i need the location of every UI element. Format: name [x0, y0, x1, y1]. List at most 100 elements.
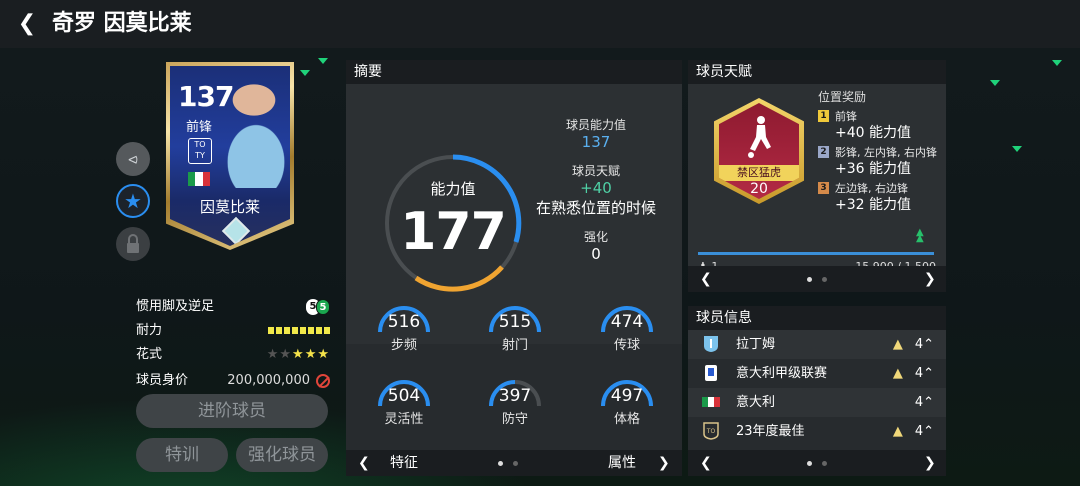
boost-label: 强化 — [583, 230, 608, 244]
position-bonus-title: 位置奖励 — [818, 90, 867, 104]
decor-triangle — [300, 70, 310, 76]
value-display: 200,000,000 — [227, 370, 330, 392]
talent-badge-level: 20 — [750, 181, 768, 197]
not-tradable-icon — [316, 373, 330, 388]
stat-label: 射门 — [501, 338, 528, 353]
stat-value: 515 — [498, 312, 532, 332]
card-player-name: 因莫比莱 — [199, 198, 260, 216]
player-card[interactable]: 137 前锋 TO TY 因莫比莱 — [166, 62, 294, 250]
stat-value: 504 — [387, 386, 421, 406]
back-button[interactable]: ❮ — [14, 10, 40, 38]
ovr-label: 能力值 — [430, 180, 476, 198]
info-name: 拉丁姆 — [736, 337, 776, 352]
page-dots — [807, 277, 827, 282]
weak-foot-badge: 55 — [306, 296, 330, 318]
weak-foot-row: 惯用脚及逆足 55 — [136, 296, 330, 318]
player-value: 200,000,000 — [227, 373, 310, 388]
talent-label: 球员天赋 — [571, 164, 620, 178]
stat-shooting: 515 射门 — [480, 298, 550, 368]
club-badge-icon: TO TY — [188, 138, 212, 164]
chemistry-icon: ▲ — [892, 424, 903, 439]
info-row-nation[interactable]: 意大利 4⌃ — [688, 388, 946, 417]
talent-desc: 在熟悉位置的时候 — [535, 199, 656, 217]
decor-triangle — [318, 58, 328, 64]
serie-a-icon — [705, 365, 717, 381]
talent-badge-name: 禁区猛虎 — [719, 165, 799, 181]
stamina-label: 耐力 — [136, 323, 163, 338]
summary-header: 摘要 — [346, 60, 682, 84]
top-bar: ❮ 奇罗 因莫比莱 — [0, 0, 1080, 48]
info-row-program[interactable]: TO 23年度最佳 ▲ 4⌃ — [688, 417, 946, 446]
italy-flag-icon — [188, 172, 210, 186]
stat-value: 397 — [498, 386, 532, 406]
player-info-header: 球员信息 — [688, 306, 946, 330]
stat-label: 传球 — [613, 338, 640, 353]
chemistry-icon: ▲ — [892, 366, 903, 381]
talent-block: 球员天赋 +40 在熟悉位置的时候 — [516, 162, 676, 218]
chevron-left-icon[interactable]: ❮ — [358, 450, 370, 476]
stat-label: 防守 — [501, 412, 528, 427]
talent-body: 禁区猛虎 20 位置奖励 1 前锋 +40 能力值 2 影锋, 左内锋, 右内锋… — [688, 84, 946, 273]
bonus-value: +32 能力值 — [835, 197, 911, 213]
talent-panel: 球员天赋 禁区猛虎 20 位置奖励 1 前锋 +40 能力值 2 影锋, 左内锋… — [688, 60, 946, 292]
stat-label: 灵活性 — [384, 412, 424, 427]
share-icon: ⪦ — [128, 149, 138, 169]
chemistry-icon: ▲ — [892, 337, 903, 352]
tab-attributes[interactable]: 属性 — [608, 450, 636, 476]
decor-triangle — [990, 80, 1000, 86]
skill-label: 花式 — [136, 347, 163, 362]
player-card-face: 137 前锋 TO TY 因莫比莱 — [170, 66, 290, 246]
upgrade-player-button[interactable]: 进阶球员 — [136, 394, 328, 428]
ovr-ring: 能力值 177 — [380, 150, 526, 296]
chevron-left-icon[interactable]: ❮ — [700, 450, 712, 476]
stat-label: 步频 — [390, 338, 417, 353]
star-icon: ★ — [279, 347, 293, 362]
info-row-nationality-region[interactable]: 拉丁姆 ▲ 4⌃ — [688, 330, 946, 359]
star-icon: ★ — [292, 347, 305, 362]
bonus-value: +36 能力值 — [835, 161, 911, 177]
favorite-button[interactable]: ★ — [116, 184, 150, 218]
star-icon: ★ — [304, 347, 318, 362]
info-count: ▲ 4⌃ — [892, 337, 934, 352]
tab-traits[interactable]: 特征 — [390, 450, 418, 476]
bonus-value: +40 能力值 — [835, 125, 911, 141]
stat-value: 516 — [387, 312, 421, 332]
talent-badge-inner: 禁区猛虎 20 — [719, 103, 799, 199]
summary-footer: ❮ 特征 属性 ❯ — [346, 450, 682, 476]
chevron-left-icon[interactable]: ❮ — [700, 266, 712, 292]
enhance-player-button[interactable]: 强化球员 — [236, 438, 328, 472]
share-button[interactable]: ⪦ — [116, 142, 150, 176]
star-icon: ★ — [124, 189, 142, 213]
boost-value: 0 — [591, 245, 601, 263]
player-info-footer: ❮ ❯ — [688, 450, 946, 476]
value-row: 球员身价 200,000,000 — [136, 370, 330, 392]
card-rating: 137 — [178, 80, 234, 113]
talent-footer: ❮ ❯ — [688, 266, 946, 292]
bonus-index: 2 — [818, 146, 829, 158]
lazio-shield-icon — [704, 336, 718, 352]
chevron-right-icon[interactable]: ❯ — [924, 266, 936, 292]
stat-value: 474 — [610, 312, 644, 332]
talent-badge[interactable]: 禁区猛虎 20 — [714, 98, 804, 204]
summary-panel: 摘要 能力值 177 球员能力值 137 球员天赋 +40 在熟悉位置的时候 强… — [346, 60, 682, 476]
page-title: 奇罗 因莫比莱 — [52, 11, 192, 36]
skill-stars: ★★★★★ — [267, 344, 330, 366]
skill-row: 花式 ★★★★★ — [136, 344, 330, 366]
stat-passing: 474 传球 — [592, 298, 662, 368]
decor-triangle — [1012, 146, 1022, 152]
weak-foot-label: 惯用脚及逆足 — [136, 299, 215, 314]
special-training-button[interactable]: 特训 — [136, 438, 228, 472]
boost-block: 强化 0 — [516, 228, 676, 263]
chevron-right-icon[interactable]: ❯ — [924, 450, 936, 476]
svg-text:TO: TO — [706, 428, 716, 435]
lock-button[interactable] — [116, 227, 150, 261]
info-row-league[interactable]: 意大利甲级联赛 ▲ 4⌃ — [688, 359, 946, 388]
info-name: 意大利甲级联赛 — [736, 366, 828, 381]
info-count: ▲ 4⌃ — [892, 424, 934, 439]
chevron-left-icon: ❮ — [17, 11, 37, 36]
xp-progress-bar — [698, 252, 934, 255]
stat-value: 497 — [610, 386, 644, 406]
toty-icon: TO — [703, 422, 719, 440]
chevron-right-icon[interactable]: ❯ — [658, 450, 670, 476]
page-dots — [498, 461, 518, 466]
